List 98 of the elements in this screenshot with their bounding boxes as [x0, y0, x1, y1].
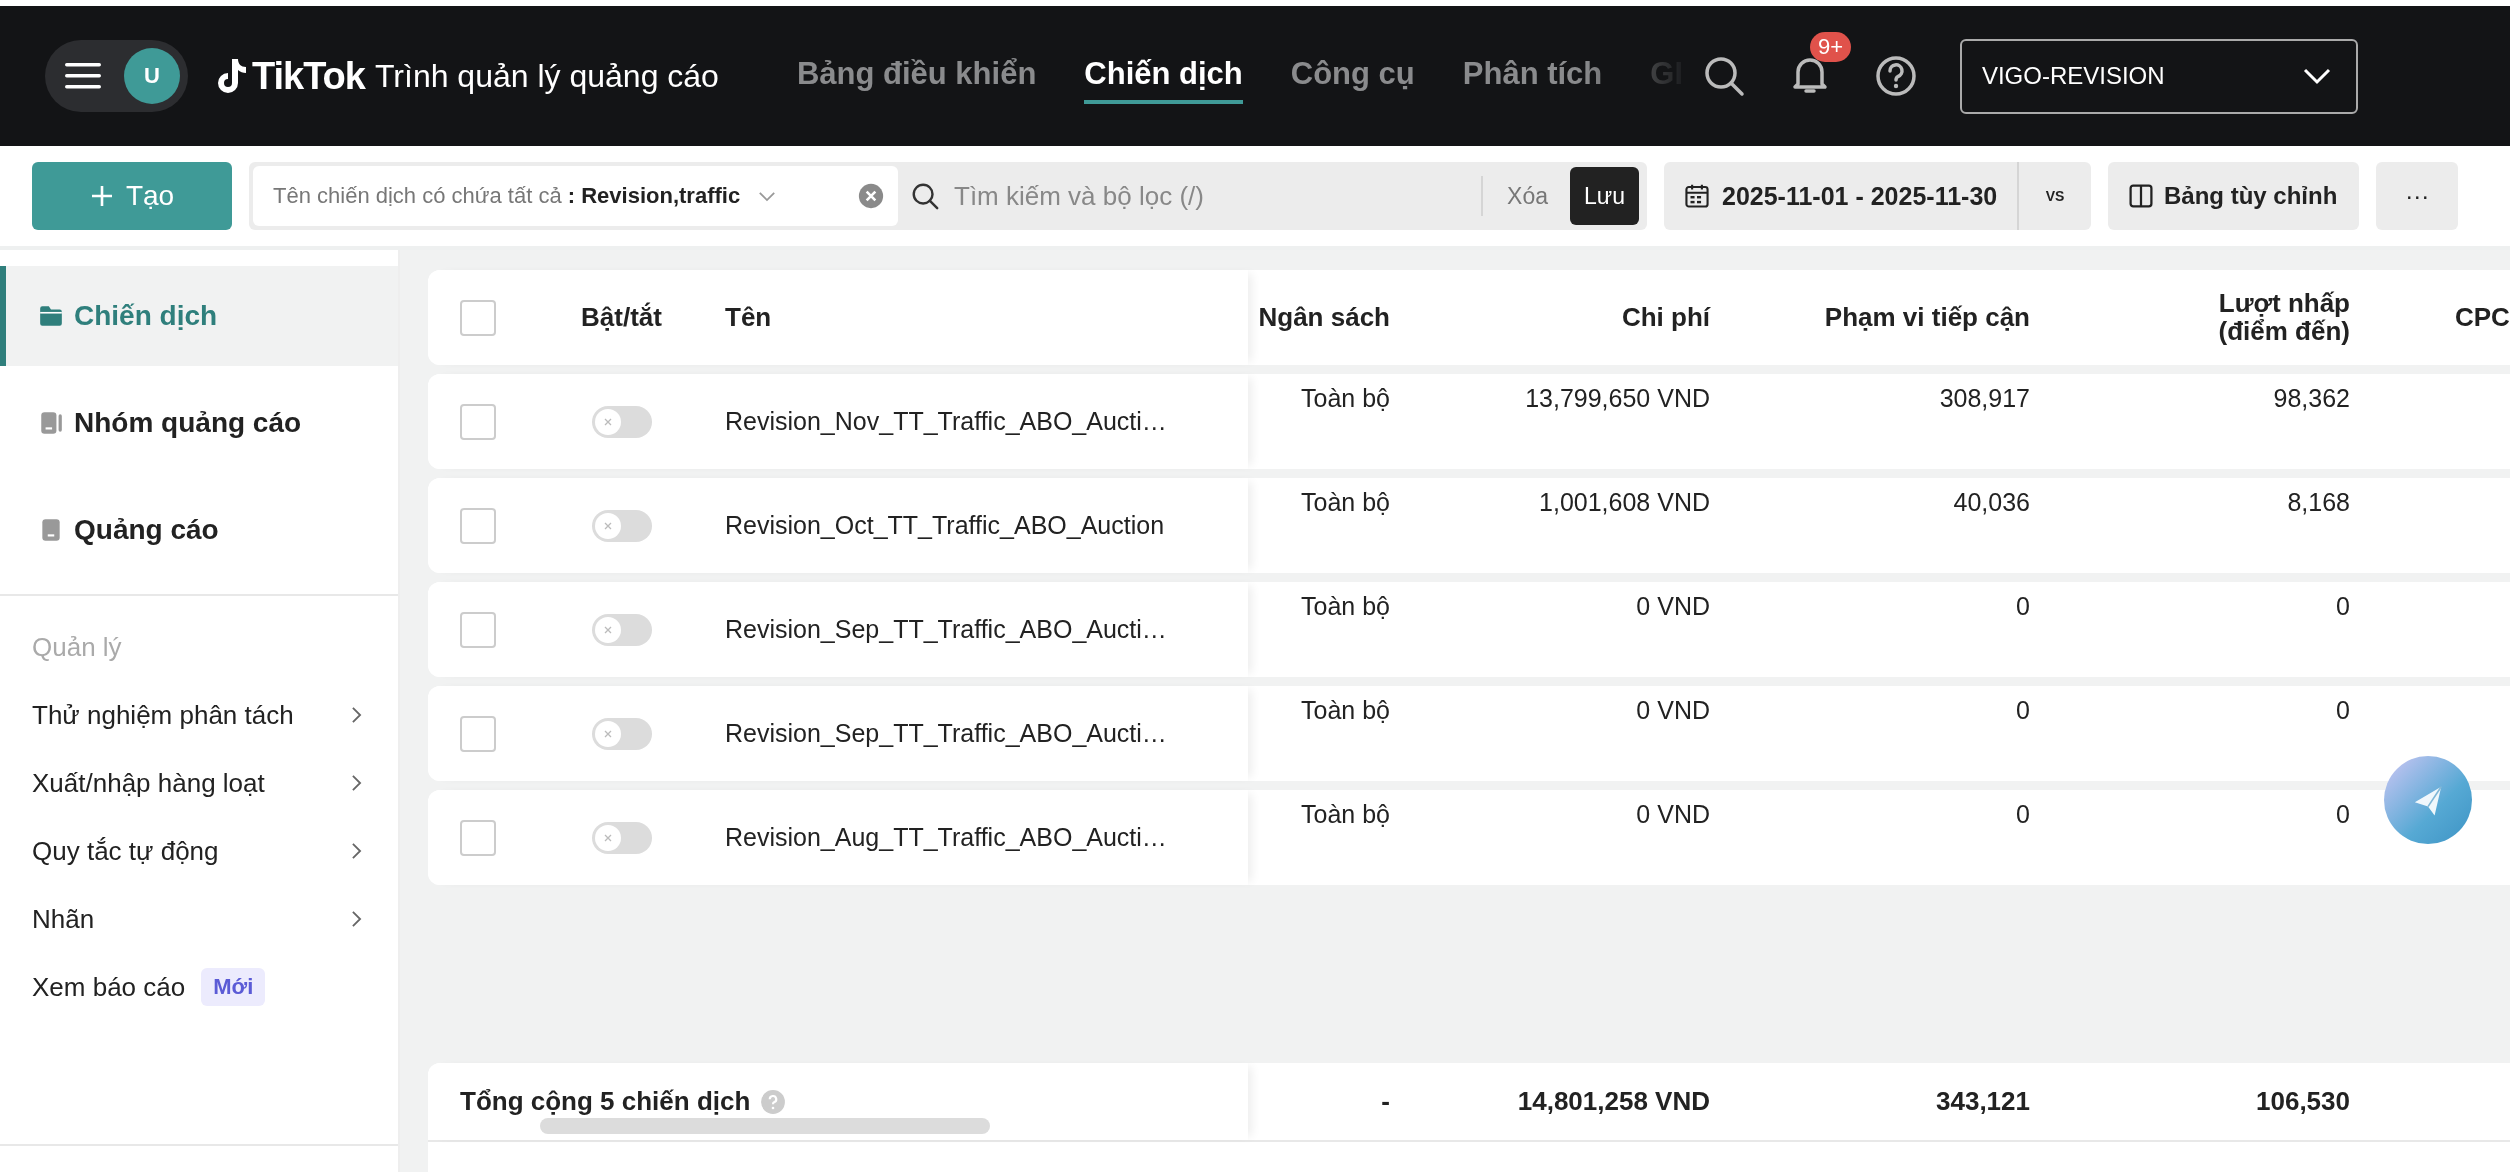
table-cell-text: Toàn bộ [1301, 696, 1390, 726]
filter-tag[interactable]: Tên chiến dịch có chứa tất cả : Revision,traffic [253, 166, 898, 226]
new-badge: Mới [201, 968, 266, 1006]
table-cell-text: 1,001,608 VND [1539, 488, 1710, 518]
columns-icon [2128, 183, 2154, 209]
chevron-right-icon [351, 910, 362, 928]
table-cell-text: 13,799,650 VND [1525, 384, 1710, 414]
campaign-name[interactable]: Revision_Sep_TT_Traffic_ABO_Aucti… [725, 719, 1167, 748]
campaign-name[interactable]: Revision_Nov_TT_Traffic_ABO_Aucti… [725, 407, 1167, 436]
table-cell-text: 0 [2336, 696, 2350, 726]
table-cell-text: 308,917 [1939, 384, 2030, 414]
sidebar-item[interactable]: Quy tắc tự động [32, 835, 219, 867]
stacked-cards-icon [38, 410, 64, 436]
table-cell: 106,530 [2256, 1086, 2350, 1117]
product-name: Trình quản lý quảng cáo [374, 57, 719, 95]
music-note-icon [216, 59, 246, 93]
help-icon[interactable] [1873, 54, 1918, 98]
toggle-switch[interactable] [591, 821, 652, 854]
chevron-right-icon [351, 774, 362, 792]
row-checkbox[interactable] [460, 403, 496, 440]
table-cell-text: Toàn bộ [1301, 800, 1390, 830]
total-label: Tổng cộng 5 chiến dịch [460, 1086, 751, 1117]
table-cell-text: 8,168 [2287, 488, 2350, 518]
sidebar-item[interactable]: Nhãn [32, 903, 95, 935]
row-checkbox[interactable] [460, 819, 496, 856]
x-icon [602, 416, 613, 427]
calendar-icon [1684, 183, 1710, 209]
column-header: Tên [724, 301, 773, 334]
nav-tab[interactable]: Bảng điều khiển [796, 48, 1037, 104]
table-cell: 343,121 [1936, 1086, 2030, 1117]
chevron-right-icon [351, 706, 362, 724]
date-range-picker[interactable]: 2025-11-01 - 2025-11-30 [1664, 162, 2019, 230]
column-header: Bật/tắt [580, 301, 663, 334]
help-icon [760, 1088, 787, 1115]
table-cell-text: Toàn bộ [1301, 488, 1390, 518]
custom-columns-button[interactable]: Bảng tùy chỉnh [2108, 162, 2360, 230]
column-header: Lượt nhấp (điểm đến) [2217, 287, 2350, 348]
table-cell-text: 0 [2016, 696, 2030, 726]
avatar: U [124, 48, 180, 104]
x-icon [602, 832, 613, 843]
table-cell-text: 0 VND [1636, 800, 1710, 830]
plus-icon [89, 184, 114, 208]
nav-tab[interactable]: Chiến dịch [1084, 48, 1243, 104]
table-cell-text: 0 [2336, 800, 2350, 830]
select-all-checkbox[interactable] [460, 299, 496, 336]
sidebar-item[interactable]: Xem báo cáo [32, 971, 186, 1003]
scrollbar[interactable] [540, 1118, 990, 1134]
toggle-switch[interactable] [591, 405, 652, 438]
nav-tab[interactable]: Phân tích [1462, 48, 1603, 104]
logo-text: TikTok [252, 54, 365, 98]
search-field[interactable]: Tên chiến dịch có chứa tất cả : Revision,traffic Tìm kiếm và bộ lọc (/) Xóa Lưu [249, 162, 1647, 230]
account-dropdown[interactable]: VIGO-REVISION [1959, 38, 2358, 114]
table-cell-text: Toàn bộ [1301, 592, 1390, 622]
table-cell-text: 0 VND [1636, 696, 1710, 726]
table-cell-text: Toàn bộ [1301, 384, 1390, 414]
x-icon [602, 520, 613, 531]
row-checkbox[interactable] [460, 507, 496, 544]
campaign-name[interactable]: Revision_Aug_TT_Traffic_ABO_Aucti… [725, 823, 1167, 852]
x-icon [602, 728, 613, 739]
column-header: Phạm vi tiếp cận [1823, 301, 2030, 334]
sidebar-level-tab[interactable]: Chiến dịch [0, 266, 398, 366]
compare-toggle[interactable]: VS [2019, 162, 2091, 230]
chevron-down-icon [2301, 67, 2332, 85]
more-button[interactable]: ··· [2376, 162, 2459, 230]
table-cell-text: 40,036 [1953, 488, 2030, 518]
row-checkbox[interactable] [460, 611, 496, 648]
sidebar-item[interactable]: Thử nghiệm phân tách [32, 699, 294, 731]
sidebar-level-tab[interactable]: Nhóm quảng cáo [0, 373, 398, 473]
column-header: Chi phí [1620, 301, 1710, 334]
clear-button[interactable]: Xóa [1507, 182, 1548, 210]
campaign-name[interactable]: Revision_Sep_TT_Traffic_ABO_Aucti… [725, 615, 1167, 644]
section-heading: Quản lý [31, 631, 123, 664]
column-header: CPC [2454, 301, 2510, 334]
x-icon [602, 624, 613, 635]
search-icon [910, 181, 940, 211]
row-checkbox[interactable] [460, 715, 496, 752]
table-cell-text: 0 [2016, 800, 2030, 830]
sidebar-level-tab[interactable]: Quảng cáo [0, 480, 398, 580]
toggle-switch[interactable] [591, 509, 652, 542]
notification-badge: 9+ [1809, 32, 1851, 62]
column-header: Ngân sách [1257, 301, 1390, 334]
campaign-name[interactable]: Revision_Oct_TT_Traffic_ABO_Auction [725, 511, 1165, 540]
chevron-down-icon[interactable] [758, 190, 777, 202]
table-cell-text: 0 [2336, 592, 2350, 622]
save-button[interactable]: Lưu [1570, 167, 1639, 225]
clear-icon[interactable] [858, 183, 884, 209]
toggle-switch[interactable] [591, 613, 652, 646]
table-cell-text: 98,362 [2273, 384, 2350, 414]
chevron-right-icon [351, 842, 362, 860]
table-cell: 14,801,258 VND [1517, 1086, 1710, 1117]
sidebar-item[interactable]: Xuất/nhập hàng loạt [32, 767, 265, 799]
table-cell-text: 0 VND [1636, 592, 1710, 622]
table-cell-text: 0 [2016, 592, 2030, 622]
toggle-switch[interactable] [591, 717, 652, 750]
menu-icon [65, 62, 101, 90]
folder-icon [38, 303, 64, 329]
nav-tab[interactable]: Công cụ [1290, 48, 1415, 104]
table-cell: - [1381, 1086, 1390, 1117]
